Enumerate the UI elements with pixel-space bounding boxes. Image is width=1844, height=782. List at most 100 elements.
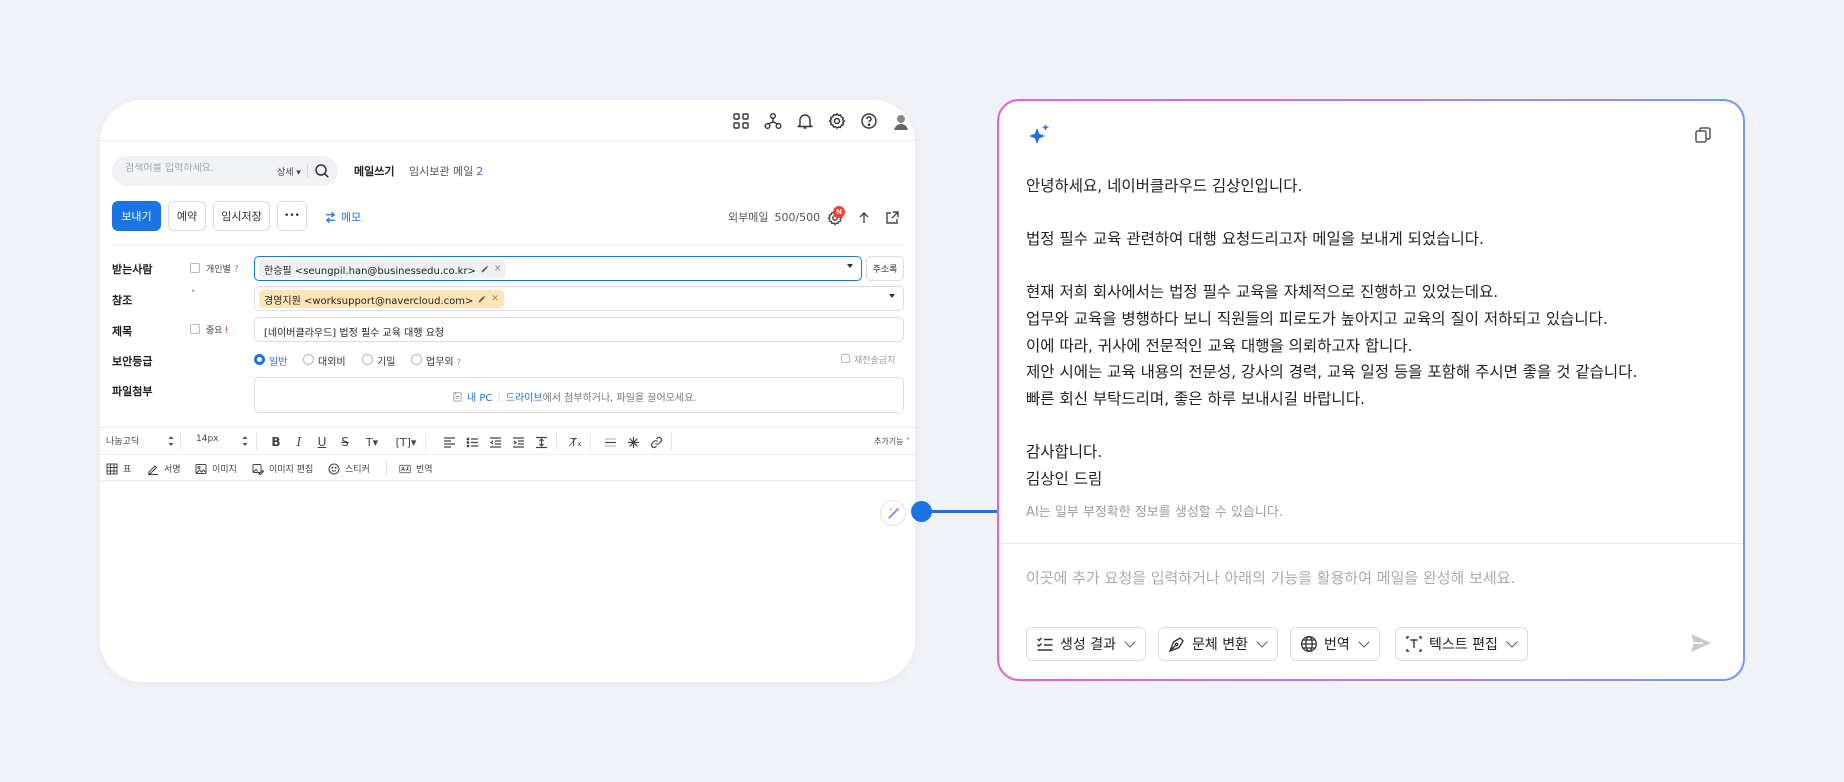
bold-icon[interactable]: B [268, 434, 284, 450]
edit-pencil-icon[interactable] [481, 265, 489, 273]
tab-drafts-label: 임시보관 메일 [409, 165, 474, 178]
important-label-text: 중요 [206, 326, 223, 336]
settings-gear-icon[interactable] [827, 111, 847, 131]
edit-pencil-icon[interactable] [478, 295, 486, 303]
profile-avatar-icon[interactable] [891, 111, 911, 131]
tab-compose[interactable]: 메일쓰기 [354, 163, 394, 179]
clear-format-icon[interactable]: T̸ₓ [568, 434, 584, 450]
text-color-icon[interactable]: T▾ [361, 434, 383, 450]
security-radio-normal[interactable] [254, 354, 265, 365]
drafts-count: 2 [476, 165, 484, 178]
translate-button[interactable]: 번역 [399, 462, 433, 475]
search-icon[interactable] [314, 163, 330, 179]
security-option-secret: 기밀 [377, 357, 396, 368]
schedule-button[interactable]: 예약 [168, 201, 206, 231]
cc-recipient-chip[interactable]: 경영지원 <worksupport@navercloud.com> ✕ [259, 290, 504, 308]
organization-icon[interactable] [763, 111, 783, 131]
list-check-icon [1037, 637, 1053, 651]
insert-signature-button[interactable]: 서명 [147, 462, 181, 475]
no-forward-checkbox[interactable] [841, 354, 850, 363]
translate-ai-label: 번역 [1324, 637, 1350, 653]
style-convert-button[interactable]: 문체 변환 [1158, 627, 1278, 661]
non-business-help-icon[interactable]: ? [457, 358, 461, 367]
security-radio-secret[interactable] [362, 354, 373, 365]
arrow-up-icon[interactable] [856, 210, 872, 226]
remove-chip-icon[interactable]: ✕ [491, 294, 499, 304]
help-icon[interactable] [859, 111, 879, 131]
attach-my-pc-link[interactable]: 내 PC [467, 389, 492, 404]
file-attach-dropzone[interactable]: 내 PC | 드라이브 에서 첨부하거나, 파일을 끌어오세요. [254, 377, 904, 413]
important-checkbox[interactable] [190, 324, 200, 334]
save-draft-button[interactable]: 임시저장 [213, 201, 270, 231]
special-character-icon[interactable] [625, 434, 641, 450]
to-recipient-chip[interactable]: 한승필 <seungpil.han@businessedu.co.kr> ✕ [259, 260, 507, 278]
sticker-smile-icon [328, 463, 340, 474]
font-stepper-icon[interactable] [168, 435, 174, 447]
no-forward-label: 재전송금지 [854, 356, 896, 366]
send-icon[interactable] [1689, 631, 1713, 655]
external-mail-count: 외부메일 500/500 [728, 209, 820, 225]
outdent-icon[interactable] [487, 434, 503, 450]
indent-icon[interactable] [510, 434, 526, 450]
search-input[interactable] [125, 163, 255, 174]
tab-drafts[interactable]: 임시보관 메일 2 [409, 163, 483, 179]
letter-line: 제안 시에는 교육 내용의 전문성, 강사의 경력, 교육 일정 등을 포함해 … [1026, 363, 1638, 382]
important-mark: ! [224, 326, 229, 336]
to-dropdown-caret-icon[interactable] [847, 264, 853, 268]
cc-dropdown-caret-icon[interactable] [889, 294, 895, 298]
send-button[interactable]: 보내기 [112, 201, 161, 231]
individual-checkbox[interactable] [190, 263, 200, 273]
bullet-list-icon[interactable] [464, 434, 480, 450]
insert-sticker-button[interactable]: 스티커 [328, 462, 370, 475]
security-label: 보안등급 [112, 355, 153, 368]
cc-field[interactable]: 경영지원 <worksupport@navercloud.com> ✕ [254, 286, 904, 311]
text-background-icon[interactable]: [T]▾ [393, 434, 419, 450]
underline-icon[interactable]: U [314, 434, 330, 450]
copy-icon[interactable] [1693, 125, 1713, 145]
ai-writing-panel: 안녕하세요, 네이버클라우드 김상인입니다. 법정 필수 교육 관련하여 대행 … [997, 99, 1745, 681]
cc-expand-chevron-icon[interactable]: ˅ [191, 290, 196, 300]
image-edit-label: 이미지 편집 [269, 465, 314, 475]
italic-icon[interactable]: I [291, 434, 307, 450]
memo-button[interactable]: 메모 [324, 209, 361, 225]
security-radio-non-business[interactable] [411, 354, 422, 365]
editor-toolbar-row-format: 나눔고딕 14px B I U S T▾ [T]▾ T̸ₓ 추가기능 ˄ [100, 428, 915, 455]
align-left-icon[interactable] [441, 434, 457, 450]
table-label: 표 [123, 465, 132, 475]
font-size-select[interactable]: 14px [196, 434, 219, 444]
attach-drive-link[interactable]: 드라이브 [506, 389, 543, 404]
individual-help-icon[interactable]: ? [234, 265, 239, 275]
font-family-select[interactable]: 나눔고딕 [106, 434, 139, 447]
image-edit-icon [252, 463, 264, 475]
image-edit-button[interactable]: 이미지 편집 [252, 462, 313, 475]
generation-result-button[interactable]: 생성 결과 [1026, 627, 1146, 661]
more-actions-button[interactable]: ••• [277, 201, 307, 231]
important-label: 중요! [206, 323, 228, 336]
horizontal-rule-icon[interactable] [602, 434, 618, 450]
text-edit-button[interactable]: 텍스트 편집 [1395, 627, 1528, 661]
subject-field[interactable]: [네이버클라우드] 법정 필수 교육 대행 요청 [254, 317, 904, 342]
globe-icon [1301, 636, 1317, 652]
link-icon[interactable] [648, 434, 664, 450]
security-radio-external-confidential[interactable] [303, 354, 314, 365]
remove-chip-icon[interactable]: ✕ [494, 264, 502, 274]
ai-assistant-button[interactable] [880, 500, 906, 526]
strikethrough-icon[interactable]: S [337, 434, 353, 450]
apps-grid-icon[interactable] [731, 111, 751, 131]
external-mail-label: 외부메일 [728, 211, 769, 224]
ai-prompt-input[interactable] [1026, 569, 1666, 587]
search-detail-dropdown[interactable]: 상세 ▾ [277, 165, 301, 178]
popout-window-icon[interactable] [884, 210, 900, 226]
insert-image-button[interactable]: 이미지 [195, 462, 237, 475]
to-recipient-field[interactable]: 한승필 <seungpil.han@businessedu.co.kr> ✕ [254, 256, 862, 281]
translate-ai-button[interactable]: 번역 [1290, 627, 1380, 661]
bell-icon[interactable] [795, 111, 815, 131]
more-functions-toggle[interactable]: 추가기능 ˄ [874, 436, 910, 447]
security-option-non-business: 업무외? [426, 353, 461, 368]
external-mail-number: 500/500 [774, 211, 821, 224]
address-book-button[interactable]: 주소록 [866, 256, 904, 281]
size-stepper-icon[interactable] [242, 435, 248, 447]
line-height-icon[interactable] [533, 434, 549, 450]
cc-recipient-text: 경영지원 <worksupport@navercloud.com> [264, 295, 474, 307]
insert-table-button[interactable]: 표 [106, 462, 131, 475]
